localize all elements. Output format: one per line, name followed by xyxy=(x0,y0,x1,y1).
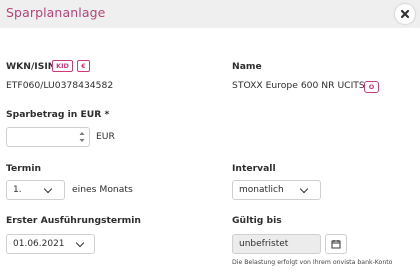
currency-label: EUR xyxy=(96,131,115,142)
spinner-icon[interactable] xyxy=(78,130,86,144)
chevron-down-icon xyxy=(75,238,85,248)
termin-suffix: eines Monats xyxy=(72,184,133,195)
euro-badge[interactable]: € xyxy=(77,60,90,72)
debit-note: Die Belastung erfolgt von Ihrem onvista … xyxy=(232,259,393,266)
intervall-select-value: monatlich xyxy=(239,185,284,195)
kid-badge[interactable]: KID xyxy=(52,60,73,72)
info-badge[interactable]: O xyxy=(364,81,379,93)
name-label: Name xyxy=(232,61,262,72)
first-execution-select[interactable]: 01.06.2021 xyxy=(6,234,95,254)
termin-select-value: 1. xyxy=(13,185,22,195)
termin-select[interactable]: 1. xyxy=(6,180,65,200)
first-execution-label: Erster Ausführungstermin xyxy=(6,215,141,226)
intervall-label: Intervall xyxy=(232,163,276,174)
dialog-header: Sparplananlage xyxy=(0,0,420,28)
close-button[interactable] xyxy=(395,4,415,24)
intervall-select[interactable]: monatlich xyxy=(232,180,321,200)
amount-input[interactable] xyxy=(6,127,90,147)
calendar-button[interactable] xyxy=(325,234,347,254)
name-value: STOXX Europe 600 NR UCITS xyxy=(232,80,365,91)
valid-until-label: Gültig bis xyxy=(232,215,282,226)
wkn-isin-value: ETF060/LU0378434582 xyxy=(6,80,114,91)
chevron-down-icon xyxy=(299,184,309,194)
chevron-down-icon xyxy=(43,184,53,194)
amount-label: Sparbetrag in EUR * xyxy=(6,109,110,120)
termin-label: Termin xyxy=(6,163,42,174)
valid-until-input: unbefristet xyxy=(232,234,321,254)
valid-until-value: unbefristet xyxy=(239,239,289,249)
calendar-icon xyxy=(331,240,341,249)
dialog-title: Sparplananlage xyxy=(6,5,106,20)
close-icon xyxy=(400,9,410,19)
first-execution-select-value: 01.06.2021 xyxy=(13,239,65,249)
wkn-isin-label: WKN/ISIN xyxy=(6,61,56,72)
